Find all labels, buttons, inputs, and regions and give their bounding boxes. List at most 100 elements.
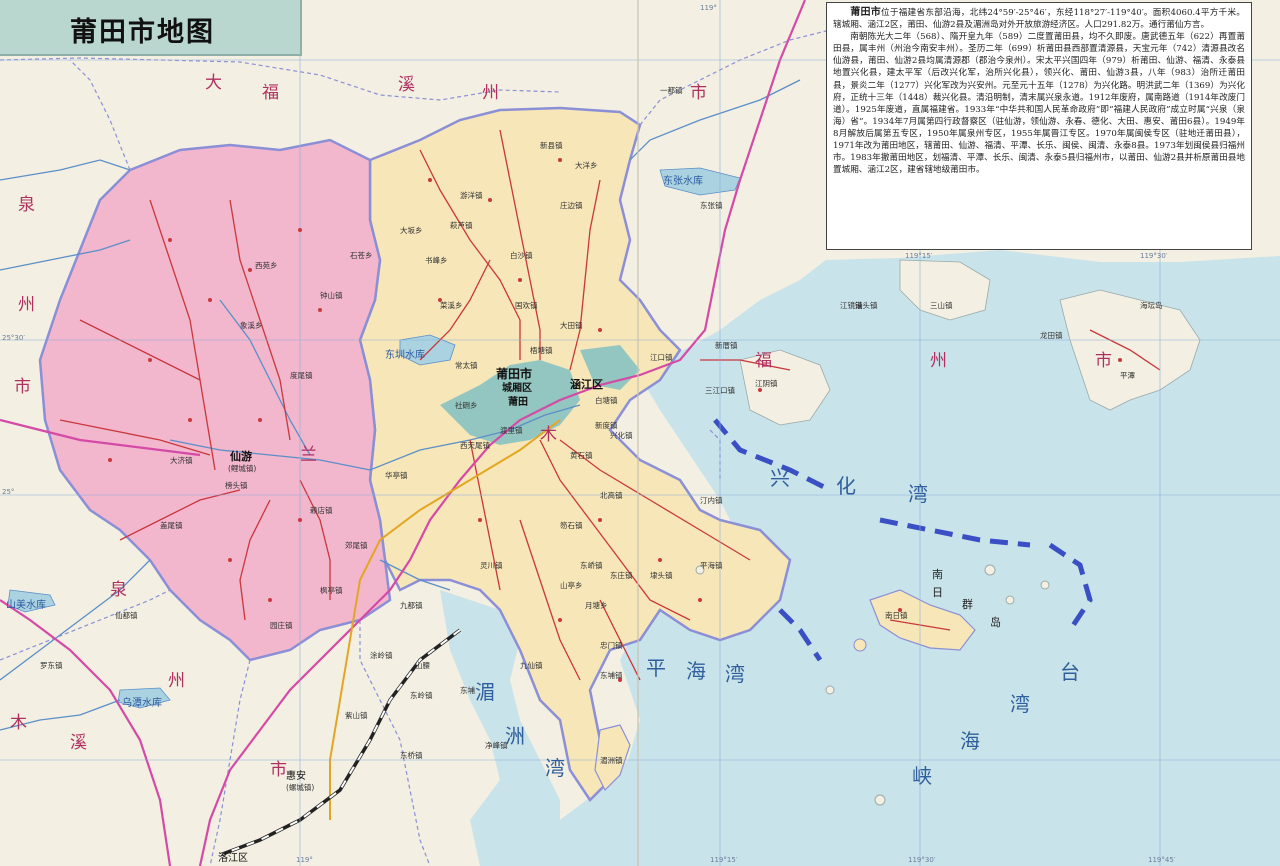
- river-label-mu: 木: [540, 425, 557, 445]
- islet: [825, 685, 835, 695]
- map-canvas[interactable]: 莆田市地图 莆田市位于福建省东部沿海，北纬24°59′-25°46′，东经118…: [0, 0, 1280, 866]
- grid-lon-bot-2: 119°15′: [710, 856, 738, 864]
- town-label[interactable]: 山亭乡: [560, 580, 583, 591]
- city-xianyou[interactable]: 仙游: [230, 450, 252, 463]
- town-label[interactable]: 新厝镇: [715, 340, 738, 351]
- grid-lon-bot-1: 119°: [296, 856, 313, 864]
- town-label[interactable]: 枫亭镇: [320, 585, 343, 596]
- town-label[interactable]: 东峤镇: [580, 560, 603, 571]
- city-putian[interactable]: 莆田市: [496, 368, 532, 381]
- town-label[interactable]: 忠门镇: [600, 640, 623, 651]
- town-label[interactable]: 汀内镇: [700, 495, 723, 506]
- town-label[interactable]: 大坂乡: [400, 225, 423, 236]
- sea-label-zhou: 洲: [505, 724, 525, 748]
- town-label[interactable]: 西天尾镇: [460, 440, 490, 451]
- town-label[interactable]: 钟山镇: [320, 290, 343, 301]
- region-label-quan-s: 泉: [110, 580, 127, 600]
- town-label[interactable]: 东埔: [460, 685, 475, 696]
- town-label[interactable]: 游洋镇: [460, 190, 483, 201]
- town-label[interactable]: 黄石镇: [570, 450, 593, 461]
- town-label[interactable]: 兴化镇: [610, 430, 633, 441]
- sea-label-ping: 平: [646, 656, 666, 680]
- town-label[interactable]: 大田镇: [560, 320, 583, 331]
- town-label[interactable]: 灵川镇: [480, 560, 503, 571]
- town-label[interactable]: 赖店镇: [310, 505, 333, 516]
- town-label[interactable]: 南日镇: [885, 610, 908, 621]
- town-label[interactable]: 园庄镇: [270, 620, 293, 631]
- town-label[interactable]: 庄边镇: [560, 200, 583, 211]
- town-label[interactable]: 白塘镇: [595, 395, 618, 406]
- region-label-zhou-s: 州: [168, 671, 185, 691]
- town-label[interactable]: 东张镇: [700, 200, 723, 211]
- town-label[interactable]: 平海镇: [700, 560, 723, 571]
- town-label[interactable]: 净峰镇: [485, 740, 508, 751]
- town-label[interactable]: 龙田镇: [1040, 330, 1063, 341]
- town-label[interactable]: 萩芦镇: [450, 220, 473, 231]
- town-label[interactable]: 梧塘镇: [530, 345, 553, 356]
- town-label[interactable]: 新县镇: [540, 140, 563, 151]
- river-label-lan: 兰: [300, 445, 317, 465]
- town-label[interactable]: 东岭镇: [410, 690, 433, 701]
- town-label[interactable]: 东埔镇: [600, 670, 623, 681]
- town-label[interactable]: 笏石镇: [560, 520, 583, 531]
- town-label[interactable]: 湄洲镇: [600, 755, 623, 766]
- town-label[interactable]: 九仙镇: [520, 660, 543, 671]
- town-label[interactable]: 北高镇: [600, 490, 623, 501]
- town-label[interactable]: 常太镇: [455, 360, 478, 371]
- town-label[interactable]: 大济镇: [170, 455, 193, 466]
- town-label[interactable]: 华亭镇: [385, 470, 408, 481]
- town-label[interactable]: 月塘乡: [585, 600, 608, 611]
- town-label[interactable]: 东桥镇: [400, 750, 423, 761]
- sea-label-hai: 海: [960, 729, 980, 753]
- town-label[interactable]: 海坛岛: [1140, 300, 1163, 311]
- river-label-da: 大: [205, 73, 222, 93]
- town-label[interactable]: 仙都镇: [115, 610, 138, 621]
- sea-label-hai-p: 海: [686, 659, 706, 683]
- town-label[interactable]: 埭头镇: [650, 570, 673, 581]
- islet: [853, 638, 867, 652]
- region-label-shi: 市: [690, 83, 707, 103]
- town-label[interactable]: 九都镇: [400, 600, 423, 611]
- town-label[interactable]: 大洋乡: [575, 160, 598, 171]
- town-label[interactable]: 罗东镇: [40, 660, 63, 671]
- town-label[interactable]: 度尾镇: [290, 370, 313, 381]
- town-label[interactable]: 涂岭镇: [370, 650, 393, 661]
- town-label[interactable]: 国欢镇: [515, 300, 538, 311]
- region-label-shi-s: 市: [270, 760, 287, 780]
- city-chengxiang[interactable]: 城厢区: [502, 382, 532, 395]
- town-label[interactable]: 江口镇: [650, 352, 673, 363]
- town-label[interactable]: 石苍乡: [350, 250, 373, 261]
- town-label[interactable]: 郊尾镇: [345, 540, 368, 551]
- town-label[interactable]: 港头镇: [855, 300, 878, 311]
- town-label[interactable]: 渡里镇: [500, 425, 523, 436]
- sea-label-tai: 台: [1060, 660, 1080, 684]
- town-label[interactable]: 榜头镇: [225, 480, 248, 491]
- town-label[interactable]: 三山镇: [930, 300, 953, 311]
- town-label[interactable]: 书峰乡: [425, 255, 448, 266]
- town-label[interactable]: 紫山镇: [345, 710, 368, 721]
- town-label[interactable]: 东庄镇: [610, 570, 633, 581]
- island-label-dao: 岛: [990, 616, 1001, 629]
- town-label[interactable]: 西苑乡: [255, 260, 278, 271]
- city-putian-seat[interactable]: 莆田: [508, 396, 528, 409]
- sea-label-xing: 兴: [770, 466, 790, 490]
- islet: [874, 794, 886, 806]
- town-label[interactable]: 江阴镇: [755, 378, 778, 389]
- town-label[interactable]: 菜溪乡: [440, 300, 463, 311]
- region-label-shi-w: 市: [14, 377, 31, 397]
- town-label[interactable]: 一都镇: [660, 85, 683, 96]
- town-label[interactable]: 象溪乡: [240, 320, 263, 331]
- town-label[interactable]: 三江口镇: [705, 385, 735, 396]
- town-label[interactable]: 白沙镇: [510, 250, 533, 261]
- town-label[interactable]: 山腰: [415, 660, 430, 671]
- city-hanjiang[interactable]: 涵江区: [570, 378, 603, 391]
- region-label-zhou-e: 州: [930, 351, 947, 371]
- town-label[interactable]: 社硎乡: [455, 400, 478, 411]
- river-label-xi2: 溪: [70, 733, 87, 753]
- town-label[interactable]: 平潭: [1120, 370, 1135, 381]
- sea-label-wan2: 湾: [725, 662, 745, 686]
- town-label[interactable]: 盖尾镇: [160, 520, 183, 531]
- region-label-fu: 福: [262, 83, 279, 103]
- city-luojiang[interactable]: 洛江区: [218, 852, 248, 865]
- grid-lon-top-2: 119°15′: [905, 252, 933, 260]
